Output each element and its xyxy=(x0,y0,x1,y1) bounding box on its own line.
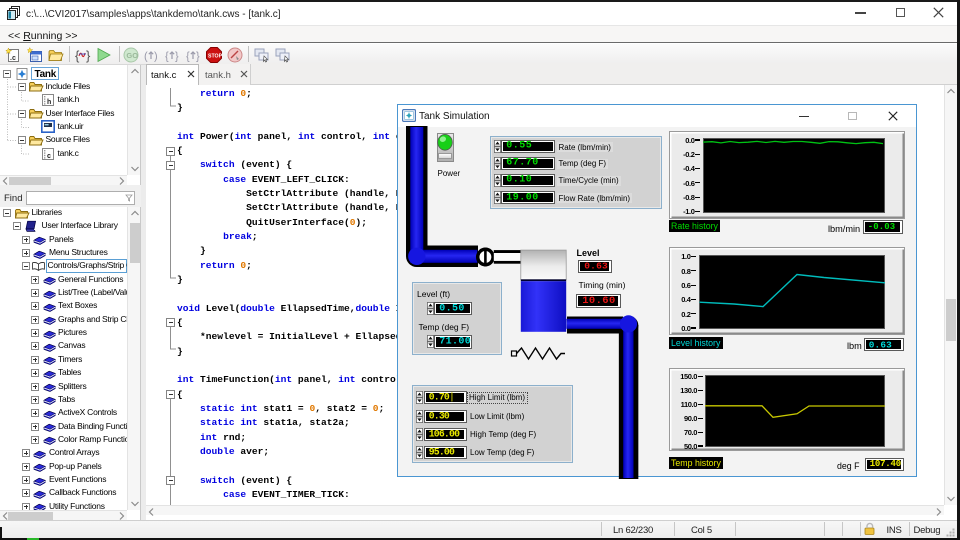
svg-text:{: { xyxy=(165,51,169,63)
svg-text:GO: GO xyxy=(126,51,138,60)
svg-text:}: } xyxy=(175,51,179,63)
svg-text:.c: .c xyxy=(10,55,16,62)
svg-text:}: } xyxy=(86,48,91,63)
svg-text:(: ( xyxy=(144,51,148,63)
svg-text:{: { xyxy=(186,51,190,63)
svg-text:}: } xyxy=(196,51,200,63)
svg-text:STOP: STOP xyxy=(208,53,223,59)
svg-text:): ) xyxy=(154,51,158,63)
